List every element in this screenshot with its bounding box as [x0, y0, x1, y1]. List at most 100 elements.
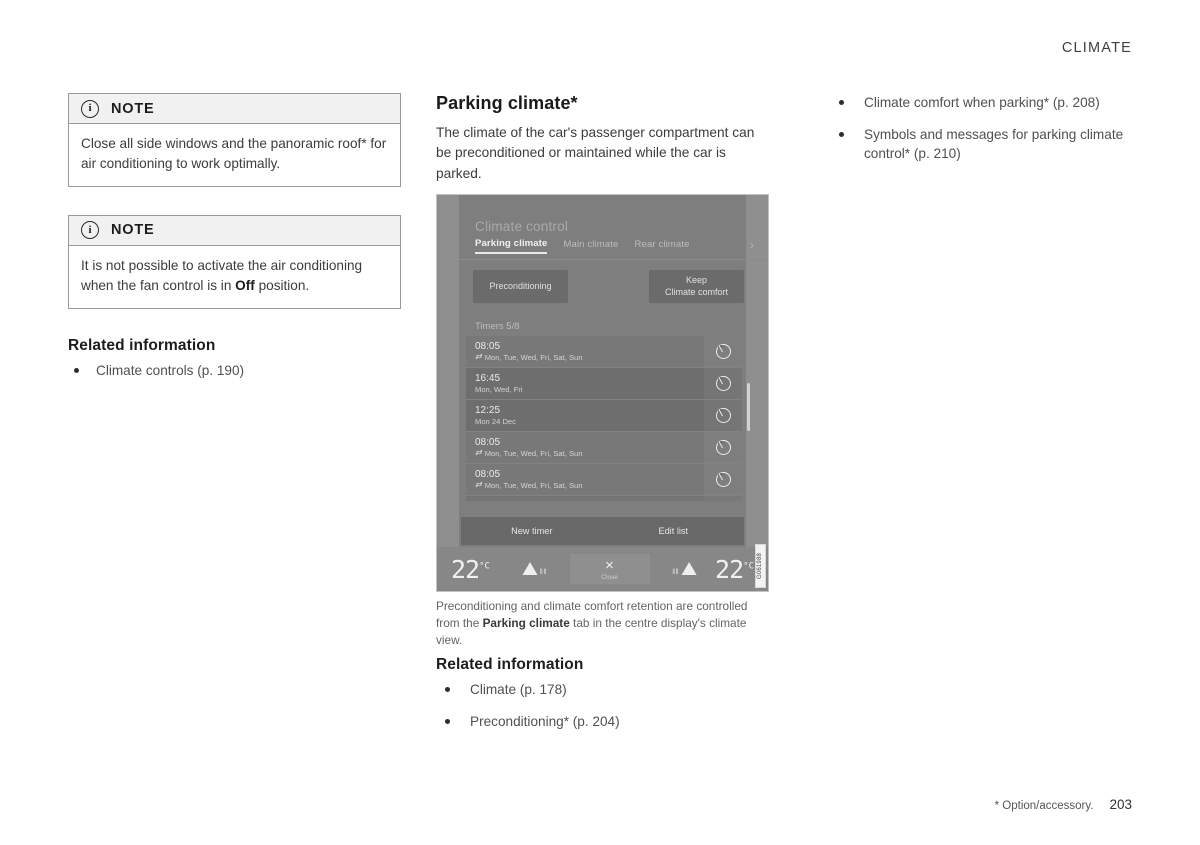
- table-row[interactable]: 08:05 ⇄Mon, Tue, Wed, Fri, Sat, Sun: [466, 432, 742, 465]
- note-header: i NOTE: [69, 94, 400, 124]
- passenger-temperature[interactable]: 22°C: [715, 557, 754, 582]
- list-item[interactable]: Preconditioning* (p. 204): [436, 712, 769, 732]
- passenger-seat-heater-button[interactable]: ‖‖ ⛰: [672, 560, 697, 579]
- page-columns: i NOTE Close all side windows and the pa…: [68, 93, 1136, 744]
- timer-days: ⇄ Mon, Tue, Wed, Fri, Sat, Sun: [475, 353, 704, 362]
- note-box-1: i NOTE Close all side windows and the pa…: [68, 93, 401, 187]
- new-timer-button[interactable]: New timer: [461, 517, 603, 545]
- table-row[interactable]: 08:05 ⇄Mon, Tue, Wed, Fri, Sat, Sun: [466, 336, 742, 369]
- related-link[interactable]: Climate comfort when parking* (p. 208): [864, 95, 1100, 110]
- seat-heater-icon: ⛰: [681, 558, 698, 580]
- timer-text: 08:05 ⇄ Mon, Tue, Wed, Fri, Sat, Sun: [475, 437, 704, 458]
- screen-divider: [459, 259, 768, 261]
- column-left: i NOTE Close all side windows and the pa…: [68, 93, 401, 744]
- climate-bar: 22°C ⛰ ‖‖ × Close ‖‖ ⛰ 22°C: [437, 547, 768, 592]
- caption-emphasis: Parking climate: [482, 615, 570, 630]
- driver-seat-heater-level: ‖‖: [539, 568, 547, 576]
- tab-rear-climate[interactable]: Rear climate: [634, 239, 689, 253]
- seat-heater-icon: ⛰: [521, 558, 538, 580]
- timer-days: ⇄ Mon, Tue, Wed, Fri, Sat, Sun: [475, 449, 704, 458]
- keep-climate-comfort-button[interactable]: Keep Climate comfort: [649, 270, 744, 304]
- option-accessory-note: * Option/accessory.: [994, 800, 1094, 812]
- power-icon: [715, 440, 731, 456]
- related-information-list-continued: Climate comfort when parking* (p. 208) S…: [830, 93, 1163, 164]
- timer-time: 08:05: [475, 341, 501, 353]
- table-row[interactable]: 16:45 Mon, Wed, Fri: [466, 368, 742, 401]
- note-body-text-pre: It is not possible to activate the air c…: [81, 257, 363, 293]
- timer-toggle-button[interactable]: [704, 464, 742, 496]
- list-item[interactable]: Climate (p. 178): [436, 680, 769, 700]
- tab-parking-climate[interactable]: Parking climate: [475, 238, 548, 255]
- note-box-2: i NOTE It is not possible to activate th…: [68, 214, 401, 309]
- screen-tab-bar: Parking climate Main climate Rear climat…: [475, 238, 754, 255]
- info-icon: i: [81, 99, 99, 118]
- screen-left-strip: [437, 195, 459, 592]
- timer-days: Mon 24 Dec: [475, 417, 704, 426]
- table-row[interactable]: 08:05 ⇄Mon, Tue, Wed, Fri, Sat, Sun: [466, 464, 742, 497]
- screen-title: Climate control: [475, 219, 569, 235]
- related-link[interactable]: Climate controls (p. 190): [96, 363, 244, 378]
- passenger-temperature-unit: °C: [743, 561, 754, 572]
- timer-text: 12:25 Mon 24 Dec: [475, 405, 704, 426]
- tab-main-climate[interactable]: Main climate: [563, 239, 618, 253]
- timer-toggle-button[interactable]: [704, 496, 742, 501]
- timer-text: 16:45 Mon, Wed, Fri: [475, 373, 704, 394]
- table-row[interactable]: 08:05 ⇄Mon, Tue, Wed, Fri, Sat, Sun: [466, 496, 742, 502]
- repeat-icon: ⇄: [475, 352, 482, 362]
- table-row[interactable]: 12:25 Mon 24 Dec: [466, 400, 742, 433]
- centre-display-screenshot: Climate control Parking climate Main cli…: [436, 194, 769, 593]
- chevron-right-icon[interactable]: ›: [750, 239, 754, 254]
- timer-days: ⇄ Mon, Tue, Wed, Fri, Sat, Sun: [475, 481, 704, 490]
- timer-toggle-button[interactable]: [704, 400, 742, 432]
- related-link[interactable]: Climate (p. 178): [470, 682, 567, 697]
- related-information-heading: Related information: [68, 336, 216, 354]
- note-body: Close all side windows and the panoramic…: [69, 124, 400, 186]
- page-title: Parking climate*: [436, 93, 578, 113]
- driver-temperature-value: 22: [451, 554, 480, 584]
- chapter-header: CLIMATE: [1061, 40, 1132, 56]
- note-header: i NOTE: [69, 215, 400, 246]
- timer-actions-bar: New timer Edit list: [461, 517, 745, 546]
- close-button[interactable]: × Close: [569, 554, 650, 585]
- timer-time: 08:05: [475, 437, 501, 449]
- timer-time: 16:45: [475, 373, 501, 385]
- timer-toggle-button[interactable]: [704, 432, 742, 464]
- list-item[interactable]: Climate comfort when parking* (p. 208): [830, 93, 1163, 113]
- figure-id-code: G061988: [755, 544, 766, 589]
- power-icon: [715, 408, 731, 424]
- list-item[interactable]: Symbols and messages for parking climate…: [830, 125, 1163, 164]
- timer-toggle-button[interactable]: [704, 368, 742, 400]
- keep-label-line2: Climate comfort: [664, 286, 728, 297]
- related-link[interactable]: Symbols and messages for parking climate…: [864, 127, 1123, 162]
- page-footer: * Option/accessory. 203: [995, 797, 1132, 812]
- driver-temperature[interactable]: 22°C: [451, 557, 490, 582]
- timer-days-text: Mon, Tue, Wed, Fri, Sat, Sun: [484, 352, 583, 362]
- page-number: 203: [1109, 797, 1132, 812]
- timer-days: Mon, Wed, Fri: [475, 385, 704, 394]
- related-information-heading: Related information: [436, 656, 584, 674]
- passenger-temperature-value: 22: [715, 554, 744, 584]
- related-link[interactable]: Preconditioning* (p. 204): [470, 714, 620, 729]
- note-body-text-post: position.: [254, 277, 310, 293]
- note-title: NOTE: [111, 222, 155, 239]
- list-item[interactable]: Climate controls (p. 190): [68, 361, 401, 381]
- timer-days-text: Mon, Wed, Fri: [475, 384, 523, 394]
- timer-time: 08:05: [475, 469, 501, 481]
- figure-caption: Preconditioning and climate comfort rete…: [436, 598, 769, 648]
- info-icon: i: [81, 221, 99, 240]
- timer-list[interactable]: 08:05 ⇄ Mon, Tue, Wed, Fri, Sat, Sun 16:4…: [466, 336, 742, 502]
- passenger-seat-heater-level: ‖‖: [672, 568, 680, 576]
- power-icon: [715, 376, 731, 392]
- related-information-list: Climate (p. 178) Preconditioning* (p. 20…: [436, 680, 769, 731]
- timers-count-label: Timers 5/8: [475, 321, 520, 333]
- timer-list-scrollbar[interactable]: [747, 383, 750, 432]
- preconditioning-button[interactable]: Preconditioning: [473, 270, 568, 304]
- figure-parking-climate: Climate control Parking climate Main cli…: [436, 194, 769, 648]
- driver-seat-heater-button[interactable]: ⛰ ‖‖: [522, 560, 547, 579]
- timer-toggle-button[interactable]: [704, 336, 742, 368]
- timer-days-text: Mon, Tue, Wed, Fri, Sat, Sun: [484, 480, 583, 490]
- figure-id-text: G061988: [757, 553, 764, 580]
- note-body-emphasis: Off: [235, 277, 255, 293]
- edit-list-button[interactable]: Edit list: [603, 517, 745, 545]
- intro-paragraph: The climate of the car's passenger compa…: [436, 125, 755, 181]
